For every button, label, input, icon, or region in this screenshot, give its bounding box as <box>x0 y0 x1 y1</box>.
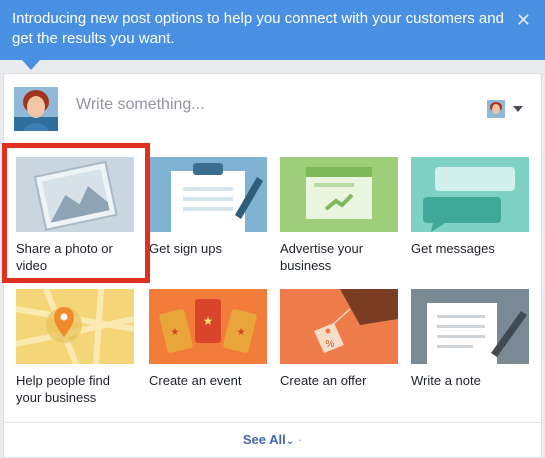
composer: Write something... <box>4 74 541 142</box>
ticket-icon: ★ ★ ★ <box>149 289 267 364</box>
banner-pointer <box>22 60 40 70</box>
intro-banner: Introducing new post options to help you… <box>0 0 545 60</box>
tile-label: Create an event <box>149 373 242 388</box>
option-share-photo[interactable]: Share a photo or video <box>16 157 134 281</box>
tile-label: Advertise your business <box>280 241 364 273</box>
map-pin-icon <box>16 289 134 364</box>
avatar <box>14 87 58 131</box>
tile-label: Get sign ups <box>149 241 222 256</box>
note-icon <box>411 289 529 364</box>
option-write-note[interactable]: Write a note <box>411 289 529 413</box>
post-options-card: Write something... Share a photo or vide… <box>3 73 542 458</box>
see-all-label: See All <box>242 432 286 447</box>
svg-text:★: ★ <box>237 327 246 338</box>
chevron-down-icon: ⌄ <box>285 436 295 447</box>
option-get-messages[interactable]: Get messages <box>411 157 529 281</box>
chat-bubbles-icon <box>411 157 529 232</box>
svg-text:★: ★ <box>203 314 214 328</box>
option-advertise-business[interactable]: Advertise your business <box>280 157 398 281</box>
option-create-event[interactable]: ★ ★ ★ Create an event <box>149 289 267 413</box>
tile-label: Help people find your business <box>16 373 110 405</box>
option-help-find-business[interactable]: Help people find your business <box>16 289 134 413</box>
page-avatar-selector[interactable] <box>487 100 505 118</box>
separator-dot: · <box>297 432 303 447</box>
option-create-offer[interactable]: % Create an offer <box>280 289 398 413</box>
price-tag-icon: % <box>280 289 398 364</box>
tile-label: Get messages <box>411 241 495 256</box>
tile-label: Create an offer <box>280 373 367 388</box>
option-get-sign-ups[interactable]: Get sign ups <box>149 157 267 281</box>
clipboard-icon <box>149 157 267 232</box>
svg-text:★: ★ <box>171 327 180 338</box>
see-all-link[interactable]: See All⌄ · <box>4 422 541 458</box>
tile-label: Write a note <box>411 373 481 388</box>
svg-text:%: % <box>326 339 335 350</box>
close-icon[interactable]: ✕ <box>516 11 531 29</box>
composer-input[interactable]: Write something... <box>76 96 205 114</box>
banner-text: Introducing new post options to help you… <box>12 10 504 47</box>
ad-browser-icon <box>280 157 398 232</box>
chevron-down-icon[interactable] <box>513 106 523 112</box>
tile-label: Share a photo or video <box>16 241 113 273</box>
photo-icon <box>16 157 134 232</box>
